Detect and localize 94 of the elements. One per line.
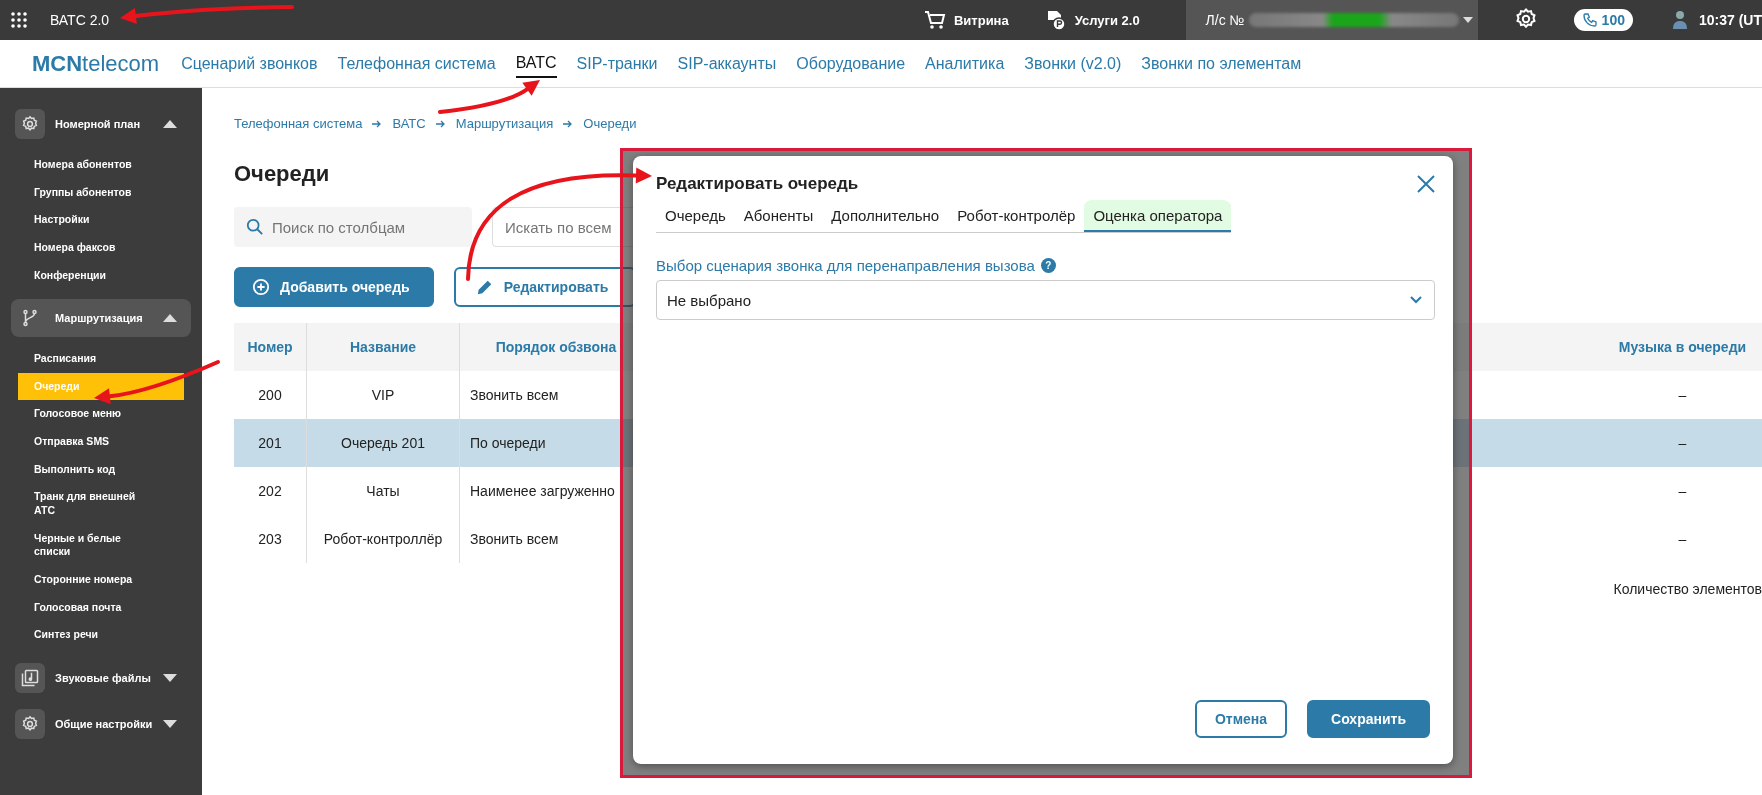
dialog-tab[interactable]: Абоненты [734,200,823,232]
dialog-title: Редактировать очередь [656,174,859,194]
table-cell: Звонить всем [470,531,559,547]
collapse-triangle-icon [163,120,177,128]
caret-icon [1462,17,1473,23]
add-button[interactable]: Добавить очередь [234,267,434,307]
gear-icon [21,115,39,133]
table-cell: 201 [258,435,282,451]
page-title: Очереди [234,161,330,187]
sidebar-item[interactable]: Расписания [18,345,184,373]
arrow-right-icon [372,118,383,129]
sidebar-item[interactable]: Отправка SMS [18,428,184,456]
clock-time: 10:37 (UT [1698,12,1762,28]
calls-badge[interactable]: 100 [1573,9,1633,31]
sidebar-item[interactable]: Голосовое меню [18,400,184,429]
close-button[interactable] [1417,175,1435,193]
gear-icon [21,714,39,733]
breadcrumb-link[interactable]: Очереди [583,116,637,131]
breadcrumb-link[interactable]: Маршрутизация [455,116,554,131]
table-cell: 200 [258,387,282,403]
music-file-icon [21,668,39,687]
table-cell: Робот-контроллёр [323,531,443,547]
arrow-right-icon [563,118,574,129]
sidebar-item[interactable]: Выполнить код [18,455,184,484]
table-cell: – [1678,531,1687,547]
nav-tab[interactable]: ВАТС [515,49,557,78]
save-button[interactable]: Сохранить [1307,700,1430,738]
table-cell: Наименее загруженно [470,483,615,499]
table-cell: – [1678,435,1687,451]
sidebar-item[interactable]: Группы абонентов [18,178,184,207]
nav-tab[interactable]: Оборудование [796,50,906,77]
scenario-dropdown[interactable]: Не выбрано [656,280,1435,320]
expand-triangle-icon [163,673,177,682]
sidebar-section[interactable]: Маршрутизация [11,299,191,338]
table-cell: Звонить всем [470,387,559,403]
table-cell: VIP [371,387,395,403]
arrow-right-icon [435,118,446,129]
nav-tab[interactable]: Телефонная система [337,50,496,77]
sidebar-section[interactable]: Звуковые файлы [11,658,191,697]
breadcrumb-link[interactable]: ВАТС [392,116,426,131]
sidebar-item[interactable]: Номера абонентов [18,151,184,179]
sidebar-section[interactable]: Общие настройки [11,704,191,743]
apps-grid-icon[interactable] [10,11,28,29]
pencil-icon [475,278,494,296]
table-cell: 203 [258,531,282,547]
table-cell: Очередь 201 [341,435,425,451]
dialog-tab[interactable]: Оценка оператора [1084,200,1232,232]
sidebar-item[interactable]: Черные и белые списки [18,524,184,566]
nav-tab[interactable]: SIP-аккаунты [677,50,777,77]
top-bar-link[interactable]: Витрина [923,10,1009,30]
app-title: ВАТС 2.0 [50,12,110,28]
sidebar-item[interactable]: Конференции [18,261,184,290]
table-cell: Чаты [366,483,400,499]
breadcrumb-link[interactable]: Телефонная система [234,116,363,131]
plus-circle-icon [252,278,270,296]
sidebar-item[interactable]: Голосовая почта [18,593,184,622]
item-count: Количество элементов [1613,581,1762,597]
sidebar-section[interactable]: Номерной план [11,105,191,143]
table-cell: По очереди [470,435,546,451]
sidebar-item[interactable]: Настройки [18,206,184,234]
sidebar-item[interactable]: Синтез речи [18,621,184,649]
search-icon [246,218,264,236]
nav-tab[interactable]: Звонки по элементам [1141,50,1302,77]
column-header[interactable]: Номер [234,323,307,371]
nav-tab[interactable]: Аналитика [925,50,1005,77]
top-bar-link[interactable]: Услуги 2.0 [1044,9,1140,31]
sidebar-item[interactable]: Транк для внешней АТС [18,483,184,525]
phone-icon [1581,12,1598,28]
search-field[interactable]: Поиск по столбцам [234,207,472,247]
sidebar-item[interactable]: Сторонние номера [18,565,184,594]
help-icon[interactable]: ? [1040,258,1056,273]
table-cell: 202 [258,483,282,499]
cart-icon [923,10,946,30]
expand-triangle-icon [163,719,177,728]
column-header[interactable]: Музыка в очереди [1601,323,1762,371]
branch-icon [21,309,39,328]
table-cell: – [1678,387,1687,403]
dialog-tab[interactable]: Робот-контролёр [948,200,1085,232]
cancel-button[interactable]: Отмена [1194,700,1288,738]
nav-tab[interactable]: SIP-транки [576,50,658,77]
nav-tab[interactable]: Звонки (v2.0) [1024,50,1122,77]
nav-tab[interactable]: Сценарий звонков [181,50,318,77]
settings-icon [1513,6,1538,31]
dialog-tab[interactable]: Дополнительно [822,200,949,232]
collapse-triangle-icon [163,314,177,323]
close-icon [1417,175,1435,193]
sidebar-item[interactable]: Номера факсов [18,233,184,262]
field-label: Выбор сценария звонка для перенаправления вызова [656,257,1035,274]
account-selector[interactable]: Л/с № [1185,0,1478,40]
company-logo: MCNtelecom [32,50,160,77]
chevron-down-icon [1410,296,1422,304]
avatar-icon[interactable] [1670,10,1689,30]
table-cell: – [1678,483,1687,499]
column-header[interactable]: Название [306,323,460,371]
